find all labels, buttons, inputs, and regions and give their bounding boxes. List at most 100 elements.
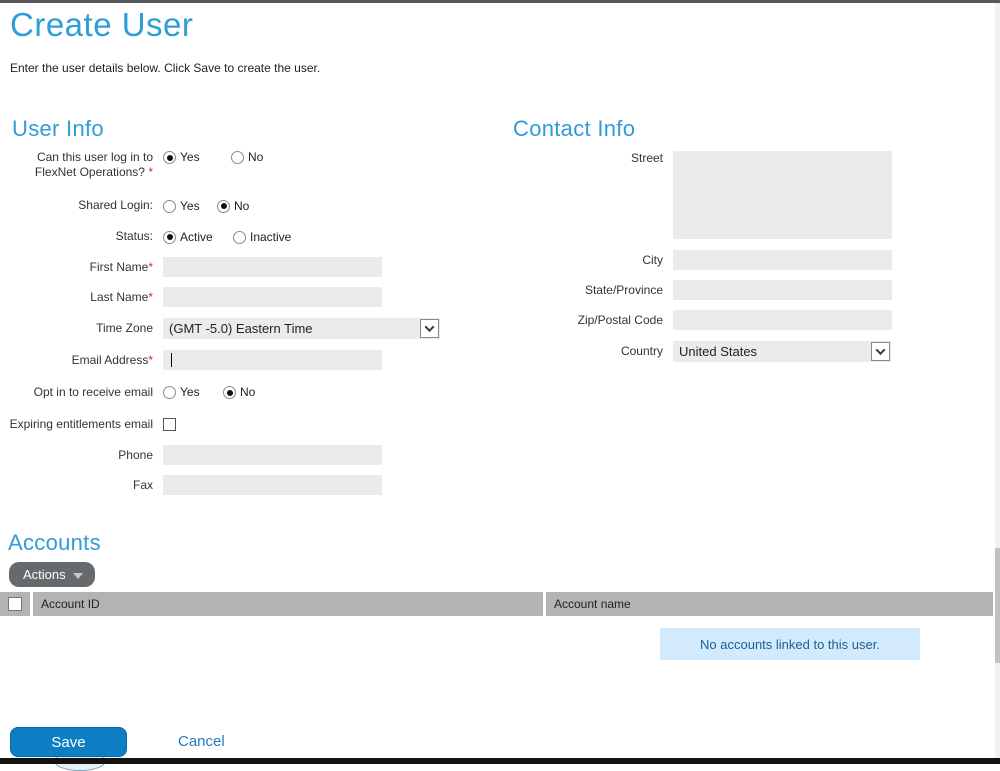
radio-icon[interactable] bbox=[163, 386, 176, 399]
section-heading-user-info: User Info bbox=[12, 116, 104, 142]
radio-icon[interactable] bbox=[163, 151, 176, 164]
radio-label: Yes bbox=[180, 199, 200, 213]
form-row-time-zone: Time Zone (GMT -5.0) Eastern Time bbox=[0, 312, 470, 344]
zip-label: Zip/Postal Code bbox=[513, 313, 673, 328]
form-row-street: Street bbox=[513, 146, 983, 245]
column-header-account-id[interactable]: Account ID bbox=[33, 592, 543, 616]
contact-info-form: Street City State/Province Zip/Postal Co… bbox=[513, 146, 983, 367]
page-subtitle: Enter the user details below. Click Save… bbox=[10, 61, 320, 75]
scrollbar-thumb[interactable] bbox=[995, 548, 1000, 663]
required-marker: * bbox=[148, 165, 153, 179]
radio-can-login-no[interactable]: No bbox=[231, 150, 299, 164]
bottom-bar bbox=[0, 758, 1000, 764]
first-name-input[interactable] bbox=[163, 257, 382, 277]
radio-label: No bbox=[234, 199, 249, 213]
section-heading-accounts: Accounts bbox=[8, 530, 101, 556]
form-row-zip: Zip/Postal Code bbox=[513, 305, 983, 335]
first-name-label: First Name* bbox=[0, 260, 163, 275]
radio-status-inactive[interactable]: Inactive bbox=[233, 230, 301, 244]
status-label: Status: bbox=[0, 229, 163, 244]
radio-icon[interactable] bbox=[163, 200, 176, 213]
radio-label: No bbox=[240, 385, 255, 399]
state-label: State/Province bbox=[513, 283, 673, 298]
phone-label: Phone bbox=[0, 448, 163, 463]
state-input[interactable] bbox=[673, 280, 892, 300]
shared-login-label: Shared Login: bbox=[0, 198, 163, 213]
fax-input[interactable] bbox=[163, 475, 382, 495]
form-row-shared-login: Shared Login: Yes No bbox=[0, 190, 470, 221]
save-button[interactable]: Save bbox=[10, 727, 127, 757]
expiring-email-label: Expiring entitlements email bbox=[0, 417, 163, 432]
fax-label: Fax bbox=[0, 478, 163, 493]
radio-label: No bbox=[248, 150, 263, 164]
street-label: Street bbox=[513, 151, 673, 166]
last-name-input[interactable] bbox=[163, 287, 382, 307]
radio-icon[interactable] bbox=[223, 386, 236, 399]
radio-opt-in-yes[interactable]: Yes bbox=[163, 385, 223, 399]
radio-shared-login-yes[interactable]: Yes bbox=[163, 199, 217, 213]
radio-status-active[interactable]: Active bbox=[163, 230, 233, 244]
top-border bbox=[0, 0, 1000, 3]
radio-icon[interactable] bbox=[163, 231, 176, 244]
form-row-status: Status: Active Inactive bbox=[0, 221, 470, 252]
actions-button[interactable]: Actions bbox=[9, 562, 95, 587]
radio-can-login-yes[interactable]: Yes bbox=[163, 150, 231, 164]
form-row-email: Email Address* bbox=[0, 344, 470, 376]
form-row-last-name: Last Name* bbox=[0, 282, 470, 312]
form-row-can-login: Can this user log in to FlexNet Operatio… bbox=[0, 146, 470, 190]
radio-opt-in-no[interactable]: No bbox=[223, 385, 291, 399]
form-row-opt-in: Opt in to receive email Yes No bbox=[0, 376, 470, 408]
email-input[interactable] bbox=[163, 350, 382, 370]
form-row-expiring-email: Expiring entitlements email bbox=[0, 408, 470, 440]
email-label: Email Address* bbox=[0, 353, 163, 368]
column-header-account-name[interactable]: Account name bbox=[546, 592, 993, 616]
form-row-state: State/Province bbox=[513, 275, 983, 305]
street-textarea[interactable] bbox=[673, 151, 892, 239]
radio-label: Yes bbox=[180, 385, 200, 399]
can-login-label: Can this user log in to FlexNet Operatio… bbox=[35, 150, 153, 179]
user-info-form: Can this user log in to FlexNet Operatio… bbox=[0, 146, 470, 500]
city-label: City bbox=[513, 253, 673, 268]
radio-shared-login-no[interactable]: No bbox=[217, 199, 285, 213]
cancel-link[interactable]: Cancel bbox=[178, 733, 225, 750]
country-label: Country bbox=[513, 344, 673, 359]
time-zone-value: (GMT -5.0) Eastern Time bbox=[163, 321, 313, 336]
form-row-first-name: First Name* bbox=[0, 252, 470, 282]
form-row-fax: Fax bbox=[0, 470, 470, 500]
required-marker: * bbox=[148, 353, 153, 367]
form-row-country: Country United States bbox=[513, 335, 983, 367]
city-input[interactable] bbox=[673, 250, 892, 270]
field-label: Can this user log in to FlexNet Operatio… bbox=[0, 150, 163, 180]
chevron-down-icon[interactable] bbox=[871, 342, 890, 361]
country-select[interactable]: United States bbox=[673, 341, 891, 362]
caret-down-icon bbox=[73, 573, 83, 579]
scrollbar[interactable] bbox=[995, 3, 1000, 764]
form-row-phone: Phone bbox=[0, 440, 470, 470]
required-marker: * bbox=[148, 260, 153, 274]
form-row-city: City bbox=[513, 245, 983, 275]
radio-icon[interactable] bbox=[217, 200, 230, 213]
phone-input[interactable] bbox=[163, 445, 382, 465]
radio-label: Yes bbox=[180, 150, 200, 164]
text-caret bbox=[171, 353, 172, 367]
time-zone-label: Time Zone bbox=[0, 321, 163, 336]
radio-icon[interactable] bbox=[231, 151, 244, 164]
select-all-checkbox[interactable] bbox=[8, 597, 22, 611]
empty-state-message: No accounts linked to this user. bbox=[660, 628, 920, 660]
section-heading-contact-info: Contact Info bbox=[513, 116, 635, 142]
radio-icon[interactable] bbox=[233, 231, 246, 244]
accounts-table-header: Account ID Account name bbox=[0, 592, 993, 616]
time-zone-select[interactable]: (GMT -5.0) Eastern Time bbox=[163, 318, 440, 339]
zip-input[interactable] bbox=[673, 310, 892, 330]
last-name-label: Last Name* bbox=[0, 290, 163, 305]
country-value: United States bbox=[673, 344, 757, 359]
opt-in-label: Opt in to receive email bbox=[0, 385, 163, 400]
radio-label: Active bbox=[180, 230, 213, 244]
page-title: Create User bbox=[10, 6, 193, 44]
select-all-cell bbox=[0, 592, 30, 616]
actions-button-label: Actions bbox=[23, 567, 66, 582]
required-marker: * bbox=[148, 290, 153, 304]
expiring-entitlements-checkbox[interactable] bbox=[163, 418, 176, 431]
radio-label: Inactive bbox=[250, 230, 291, 244]
chevron-down-icon[interactable] bbox=[420, 319, 439, 338]
